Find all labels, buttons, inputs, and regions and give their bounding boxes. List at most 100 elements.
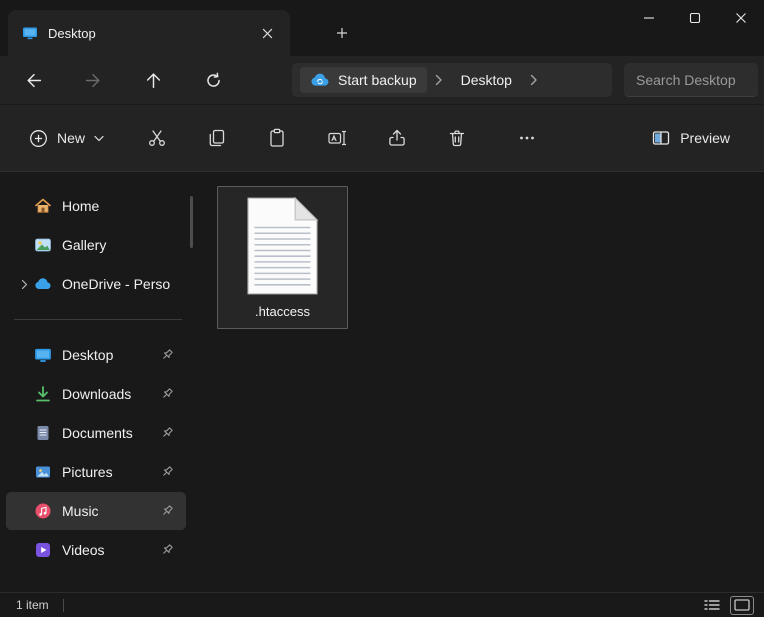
pin-icon (160, 543, 174, 557)
sidebar-item-label: Downloads (62, 386, 132, 402)
downloads-icon (34, 385, 52, 403)
back-button[interactable] (15, 62, 51, 98)
sidebar-item-home[interactable]: Home (6, 187, 186, 225)
window-controls (626, 0, 764, 36)
start-backup-label: Start backup (338, 72, 417, 88)
close-icon (735, 12, 747, 24)
sidebar-item-videos[interactable]: Videos (6, 531, 186, 569)
new-button-label: New (57, 130, 86, 146)
text-file-icon (244, 197, 321, 295)
preview-pane-icon (651, 128, 671, 148)
sidebar-item-label: OneDrive - Perso (62, 276, 171, 292)
pin-icon (160, 504, 174, 518)
command-bar: New Preview (0, 104, 764, 172)
maximize-button[interactable] (672, 0, 718, 36)
new-tab-plus-icon (336, 27, 348, 39)
sidebar-item-label: Pictures (62, 464, 113, 480)
rename-icon (327, 128, 347, 148)
maximize-icon (689, 12, 701, 24)
more-icon (518, 129, 536, 147)
sidebar-item-onedrive[interactable]: OneDrive - Perso (6, 265, 186, 303)
file-item-htaccess[interactable]: .htaccess (217, 186, 348, 329)
sidebar-item-desktop[interactable]: Desktop (6, 336, 186, 374)
sidebar-item-label: Home (62, 198, 100, 214)
music-icon (34, 502, 52, 520)
sidebar-divider (14, 319, 182, 320)
minimize-button[interactable] (626, 0, 672, 36)
details-view-icon (704, 599, 720, 611)
paste-button[interactable] (257, 118, 297, 158)
breadcrumb: Start backup Desktop (292, 63, 612, 97)
sidebar-item-label: Music (62, 503, 99, 519)
cut-icon (147, 128, 167, 148)
refresh-button[interactable] (195, 62, 231, 98)
tab-close-icon (262, 28, 273, 39)
minimize-icon (643, 12, 655, 24)
copy-button[interactable] (197, 118, 237, 158)
plus-circle-icon (29, 129, 48, 148)
new-button[interactable]: New (18, 120, 115, 156)
view-toggles (700, 595, 754, 615)
delete-button[interactable] (437, 118, 477, 158)
preview-button-label: Preview (680, 130, 730, 146)
chevron-right-icon (431, 74, 447, 86)
pin-icon (160, 348, 174, 362)
close-button[interactable] (718, 0, 764, 36)
chevron-expand-icon[interactable] (14, 279, 34, 290)
large-icons-view-button[interactable] (730, 595, 754, 615)
up-button[interactable] (135, 62, 171, 98)
share-button[interactable] (377, 118, 417, 158)
search-box (624, 63, 758, 97)
delete-icon (447, 128, 467, 148)
tab-title: Desktop (48, 25, 96, 41)
chevron-right-icon (526, 74, 542, 86)
status-divider (62, 598, 64, 612)
search-input[interactable] (624, 63, 758, 96)
sidebar-item-downloads[interactable]: Downloads (6, 375, 186, 413)
up-arrow-icon (145, 72, 162, 89)
file-explorer-window: Desktop Start backup Desktop Search Desk… (0, 0, 764, 617)
navigation-bar: Start backup Desktop (0, 56, 764, 104)
file-name: .htaccess (255, 304, 310, 319)
item-count: 1 item (16, 598, 49, 612)
chevron-down-icon (94, 135, 104, 142)
tab-desktop[interactable]: Desktop (8, 10, 290, 56)
cloud-sync-icon (310, 73, 330, 87)
home-icon (34, 197, 52, 215)
more-options-button[interactable] (507, 118, 547, 158)
rename-button[interactable] (317, 118, 357, 158)
breadcrumb-desktop[interactable]: Desktop (451, 67, 522, 93)
onedrive-icon (34, 275, 52, 293)
desktop-folder-icon (22, 25, 38, 41)
sidebar-item-pictures[interactable]: Pictures (6, 453, 186, 491)
copy-icon (207, 128, 227, 148)
window-body: Home Gallery OneDrive - Perso Desktop Do… (0, 172, 764, 592)
start-backup-button[interactable]: Start backup (300, 67, 427, 93)
sidebar-item-gallery[interactable]: Gallery (6, 226, 186, 264)
paste-icon (267, 128, 287, 148)
gallery-icon (34, 236, 52, 254)
navigation-pane: Home Gallery OneDrive - Perso Desktop Do… (0, 172, 196, 592)
desktop-icon (34, 346, 52, 364)
thumbnail-view-icon (734, 599, 750, 611)
sidebar-item-music[interactable]: Music (6, 492, 186, 530)
titlebar: Desktop (0, 0, 764, 56)
refresh-icon (205, 72, 222, 89)
pin-icon (160, 426, 174, 440)
sidebar-scrollbar[interactable] (190, 196, 193, 248)
new-tab-button[interactable] (328, 20, 356, 46)
preview-button[interactable]: Preview (639, 120, 742, 156)
cut-button[interactable] (137, 118, 177, 158)
sidebar-item-label: Desktop (62, 347, 114, 363)
forward-button[interactable] (75, 62, 111, 98)
details-view-button[interactable] (700, 596, 724, 615)
status-bar: 1 item (0, 592, 764, 617)
sidebar-item-label: Videos (62, 542, 105, 558)
tab-close-button[interactable] (254, 20, 280, 46)
forward-arrow-icon (85, 72, 102, 89)
documents-icon (34, 424, 52, 442)
share-icon (387, 128, 407, 148)
sidebar-item-documents[interactable]: Documents (6, 414, 186, 452)
sidebar-item-label: Gallery (62, 237, 107, 253)
file-list-area[interactable]: .htaccess (196, 172, 764, 592)
